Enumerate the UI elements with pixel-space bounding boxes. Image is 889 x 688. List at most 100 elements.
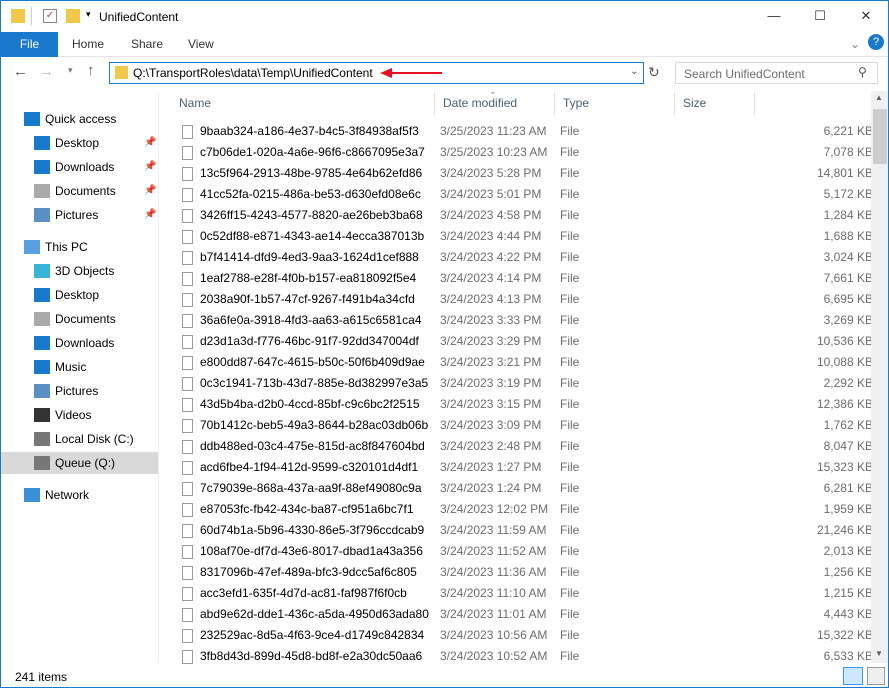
file-row[interactable]: 36a6fe0a-3918-4fd3-aa63-a615c6581ca4 3/24… — [171, 310, 871, 331]
details-view-button[interactable] — [843, 667, 863, 685]
file-row[interactable]: 43d5b4ba-d2b0-4ccd-85bf-c9c6bc2f2515 3/24… — [171, 394, 871, 415]
up-button[interactable]: ↑ — [87, 62, 95, 79]
file-row[interactable]: abd9e62d-dde1-436c-a5da-4950d63ada80 3/24… — [171, 604, 871, 625]
file-row[interactable]: 13c5f964-2913-48be-9785-4e64b62efd86 3/24… — [171, 163, 871, 184]
file-row[interactable]: 1eaf2788-e28f-4f0b-b157-ea818092f5e4 3/24… — [171, 268, 871, 289]
nav-item[interactable]: Desktop 📌 — [1, 132, 158, 154]
help-icon[interactable]: ? — [868, 34, 884, 50]
nav-item[interactable]: Pictures — [1, 380, 158, 402]
pin-icon[interactable]: 📌 — [144, 156, 156, 178]
file-row[interactable]: ddb488ed-03c4-475e-815d-ac8f847604bd 3/24… — [171, 436, 871, 457]
file-row[interactable]: b7f41414-dfd9-4ed3-9aa3-1624d1cef888 3/24… — [171, 247, 871, 268]
file-size: 10,536 KB — [816, 334, 871, 348]
file-name: b7f41414-dfd9-4ed3-9aa3-1624d1cef888 — [200, 250, 419, 264]
file-icon — [182, 167, 193, 181]
drive-icon — [34, 456, 50, 470]
file-name: 3426ff15-4243-4577-8820-ae26beb3ba68 — [200, 208, 423, 222]
nav-item[interactable]: Desktop — [1, 284, 158, 306]
close-button[interactable]: ✕ — [843, 1, 889, 31]
tab-share[interactable]: Share — [119, 32, 175, 57]
search-box[interactable]: Search UnifiedContent ⚲ — [675, 62, 878, 84]
file-row[interactable]: d23d1a3d-f776-46bc-91f7-92dd347004df 3/24… — [171, 331, 871, 352]
file-row[interactable]: e800dd87-647c-4615-b50c-50f6b409d9ae 3/24… — [171, 352, 871, 373]
properties-icon[interactable]: ✓ — [43, 9, 57, 23]
file-size: 15,323 KB — [816, 460, 871, 474]
file-row[interactable]: 0c3c1941-713b-43d7-885e-8d382997e3a5 3/24… — [171, 373, 871, 394]
file-row[interactable]: 60d74b1a-5b96-4330-86e5-3f796ccdcab9 3/24… — [171, 520, 871, 541]
recent-locations-button[interactable]: ▾ — [68, 65, 73, 76]
file-row[interactable]: 232529ac-8d5a-4f63-9ce4-d1749c842834 3/24… — [171, 625, 871, 646]
column-type[interactable]: Type — [555, 91, 675, 115]
file-row[interactable]: 2038a90f-1b57-47cf-9267-f491b4a34cfd 3/24… — [171, 289, 871, 310]
file-name: 43d5b4ba-d2b0-4ccd-85bf-c9c6bc2f2515 — [200, 397, 420, 411]
scroll-down-icon[interactable]: ▼ — [875, 649, 883, 658]
file-row[interactable]: 7c79039e-868a-437a-aa9f-88ef49080c9a 3/24… — [171, 478, 871, 499]
file-row[interactable]: acc3efd1-635f-4d7d-ac81-faf987f6f0cb 3/24… — [171, 583, 871, 604]
file-row[interactable]: 3426ff15-4243-4577-8820-ae26beb3ba68 3/24… — [171, 205, 871, 226]
search-placeholder: Search UnifiedContent — [684, 67, 805, 81]
file-icon — [182, 503, 193, 517]
scroll-up-icon[interactable]: ▲ — [875, 93, 883, 102]
large-icons-view-button[interactable] — [867, 667, 885, 685]
nav-item[interactable]: Quick access — [1, 108, 158, 130]
file-date-modified: 3/24/2023 5:28 PM — [440, 166, 542, 180]
nav-item[interactable]: Network — [1, 484, 158, 506]
file-type: File — [560, 229, 580, 243]
nav-item-label: Music — [55, 360, 87, 374]
file-row[interactable]: 0c52df88-e871-4343-ae14-4ecca387013b 3/24… — [171, 226, 871, 247]
nav-item[interactable]: Queue (Q:) — [1, 452, 158, 474]
file-date-modified: 3/24/2023 5:01 PM — [440, 187, 542, 201]
file-size: 4,443 KB — [823, 607, 871, 621]
nav-item[interactable]: Downloads 📌 — [1, 156, 158, 178]
file-row[interactable]: c7b06de1-020a-4a6e-96f6-c8667095e3a7 3/25… — [171, 142, 871, 163]
file-row[interactable]: 108af70e-df7d-43e6-8017-dbad1a43a356 3/24… — [171, 541, 871, 562]
column-size[interactable]: Size — [675, 91, 755, 115]
file-type: File — [560, 187, 580, 201]
column-date-modified[interactable]: Date modified — [435, 91, 555, 115]
back-button[interactable]: ← — [13, 63, 28, 80]
status-bar: 241 items — [1, 665, 888, 688]
address-bar[interactable]: Q:\TransportRoles\data\Temp\UnifiedConte… — [109, 62, 644, 84]
file-row[interactable]: 41cc52fa-0215-486a-be53-d630efd08e6c 3/24… — [171, 184, 871, 205]
file-row[interactable]: 70b1412c-beb5-49a3-8644-b28ac03db06b 3/24… — [171, 415, 871, 436]
customize-toolbar-icon[interactable]: ▾ — [86, 9, 91, 20]
tab-home[interactable]: Home — [60, 32, 116, 57]
file-size: 5,172 KB — [823, 187, 871, 201]
nav-item[interactable]: 3D Objects — [1, 260, 158, 282]
expand-ribbon-icon[interactable]: ⌄ — [850, 37, 860, 51]
new-folder-icon[interactable] — [66, 9, 80, 23]
refresh-button[interactable]: ↻ — [648, 64, 660, 81]
nav-item[interactable]: This PC — [1, 236, 158, 258]
file-date-modified: 3/24/2023 11:59 AM — [440, 523, 547, 537]
file-row[interactable]: 8317096b-47ef-489a-bfc3-9dcc5af6c805 3/24… — [171, 562, 871, 583]
minimize-button[interactable]: — — [751, 1, 797, 31]
pin-icon[interactable]: 📌 — [144, 204, 156, 226]
maximize-button[interactable]: ☐ — [797, 1, 843, 31]
file-row[interactable]: acd6fbe4-1f94-412d-9599-c320101d4df1 3/24… — [171, 457, 871, 478]
nav-item[interactable]: Pictures 📌 — [1, 204, 158, 226]
file-row[interactable]: 9baab324-a186-4e37-b4c5-3f84938af5f3 3/25… — [171, 121, 871, 142]
tab-file[interactable]: File — [1, 32, 58, 57]
item-count: 241 items — [15, 670, 68, 684]
pin-icon[interactable]: 📌 — [144, 132, 156, 154]
file-row[interactable]: e87053fc-fb42-434c-ba87-cf951a6bc7f1 3/24… — [171, 499, 871, 520]
scrollbar-thumb[interactable] — [873, 109, 887, 164]
forward-button[interactable]: → — [39, 63, 54, 80]
nav-item[interactable]: Music — [1, 356, 158, 378]
file-size: 2,292 KB — [823, 376, 871, 390]
nav-item[interactable]: Documents — [1, 308, 158, 330]
file-date-modified: 3/24/2023 1:27 PM — [440, 460, 542, 474]
column-name[interactable]: Name — [171, 91, 435, 115]
file-name: 0c3c1941-713b-43d7-885e-8d382997e3a5 — [200, 376, 429, 390]
nav-item[interactable]: Local Disk (C:) — [1, 428, 158, 450]
file-size: 3,024 KB — [823, 250, 871, 264]
nav-item-label: Desktop — [55, 136, 100, 150]
vertical-scrollbar[interactable]: ▲ ▼ — [871, 91, 888, 663]
address-dropdown-icon[interactable]: ⌄ — [630, 66, 638, 77]
nav-item[interactable]: Downloads — [1, 332, 158, 354]
nav-item[interactable]: Documents 📌 — [1, 180, 158, 202]
pin-icon[interactable]: 📌 — [144, 180, 156, 202]
tab-view[interactable]: View — [176, 32, 226, 57]
nav-item[interactable]: Videos — [1, 404, 158, 426]
file-row[interactable]: 3fb8d43d-899d-45d8-bd8f-e2a30dc50aa6 3/24… — [171, 646, 871, 665]
